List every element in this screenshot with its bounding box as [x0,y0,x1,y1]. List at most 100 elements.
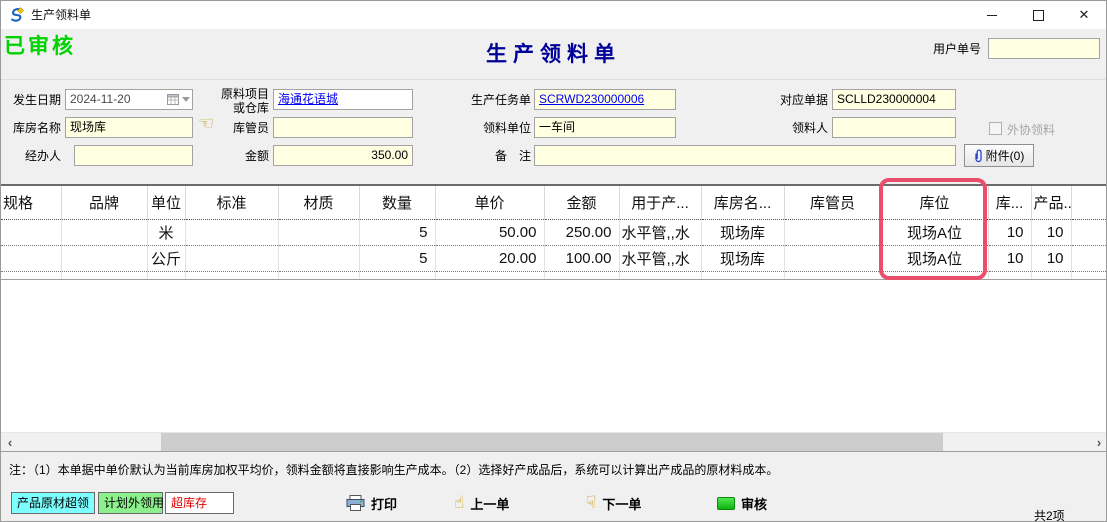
remark-label: 备 注 [461,149,531,163]
material-project-link[interactable]: 海通花语城 [278,92,338,106]
hand-down-icon: ☟ [586,495,596,512]
cell[interactable] [784,220,881,246]
outsourcing-label: 外协领料 [1007,123,1067,137]
cell[interactable] [278,220,359,246]
attachment-button[interactable]: 附件(0) [964,144,1034,167]
material-project-field[interactable]: 海通花语城 [273,89,413,110]
cell[interactable] [1,246,61,272]
outsourcing-checkbox[interactable] [989,122,1002,135]
cell[interactable] [278,246,359,272]
scrollbar-thumb[interactable] [161,433,943,451]
over-stock-button[interactable]: 超库存 [165,492,234,514]
remark-field[interactable] [534,145,956,166]
user-no-input[interactable] [988,38,1100,59]
col-amount[interactable]: 金额 [544,185,619,220]
cell[interactable]: 250.00 [544,220,619,246]
unplanned-use-button[interactable]: 计划外领用 [98,492,163,514]
cell[interactable]: 10 [1031,246,1071,272]
operator-label: 经办人 [1,149,61,163]
minimize-icon [987,15,997,16]
over-material-button[interactable]: 产品原材超领 [11,492,95,514]
operator-field[interactable] [74,145,193,166]
cell[interactable] [1071,220,1107,246]
col-qty[interactable]: 数量 [359,185,435,220]
paperclip-icon [974,149,983,163]
printer-icon [346,495,365,511]
cell[interactable]: 20.00 [435,246,544,272]
cell[interactable]: 10 [988,220,1031,246]
close-icon: ✕ [1079,7,1090,23]
next-doc-button[interactable]: ☟ 下一单 [586,491,641,515]
audit-green-icon [717,497,735,510]
grid-bottom-edge [1,272,1107,280]
cell[interactable] [784,246,881,272]
horizontal-scrollbar[interactable]: ‹ › [1,432,1107,451]
cell[interactable]: 米 [147,220,185,246]
cell-location[interactable]: 现场A位 [881,246,988,272]
col-price[interactable]: 单价 [435,185,544,220]
print-button[interactable]: 打印 [346,491,397,515]
cell[interactable]: 10 [1031,220,1071,246]
user-no-label: 用户单号 [901,42,981,56]
previous-doc-button[interactable]: ☝ 上一单 [454,491,509,515]
table-row[interactable]: 公斤 5 20.00 100.00 水平管,,水 现场库 现场A位 10 10 [1,246,1107,272]
col-stock[interactable]: 库... [988,185,1031,220]
audit-button[interactable]: 审核 [717,491,767,515]
cell[interactable]: 5 [359,220,435,246]
col-extra[interactable] [1071,185,1107,220]
cell[interactable]: 水平管,,水 [619,220,701,246]
task-no-field[interactable]: SCRWD230000006 [534,89,676,110]
table-row[interactable]: 米 5 50.00 250.00 水平管,,水 现场库 现场A位 10 10 [1,220,1107,246]
col-unit[interactable]: 单位 [147,185,185,220]
calendar-dropdown-icon[interactable] [167,93,190,105]
title-bar: 生产领料单 ✕ [1,1,1106,29]
cell[interactable]: 水平管,,水 [619,246,701,272]
task-no-link[interactable]: SCRWD230000006 [539,92,644,106]
cell[interactable]: 现场库 [701,220,784,246]
cell[interactable]: 现场库 [701,246,784,272]
cell[interactable]: 10 [988,246,1031,272]
cell[interactable] [1071,246,1107,272]
cell[interactable]: 5 [359,246,435,272]
app-logo-icon [9,7,25,23]
amount-label: 金额 [201,149,269,163]
maximize-button[interactable] [1015,1,1061,29]
cell[interactable] [185,246,278,272]
production-requisition-window: 生产领料单 ✕ 已审核 生产领料单 用户单号 发生日期 2024-11-20 原… [0,0,1107,522]
col-keeper[interactable]: 库管员 [784,185,881,220]
cell[interactable] [61,220,147,246]
keeper-field[interactable] [273,117,413,138]
ref-doc-label: 对应单据 [763,93,828,107]
grid-header-row: 规格 品牌 单位 标准 材质 数量 单价 金额 用于产... 库房名... 库管… [1,185,1107,220]
col-spec[interactable]: 规格 [1,185,61,220]
col-location[interactable]: 库位 [881,185,988,220]
col-brand[interactable]: 品牌 [61,185,147,220]
item-count: 共2项 [1034,507,1065,522]
scroll-left-arrow-icon[interactable]: ‹ [1,433,19,451]
picker-field[interactable] [832,117,956,138]
bottom-panel: 注：（1）本单据中单价默认为当前库房加权平均价，领料金额将直接影响生产成本。（2… [1,451,1107,522]
col-product[interactable]: 产品... [1031,185,1071,220]
cell[interactable] [185,220,278,246]
request-unit-field[interactable]: 一车间 [534,117,676,138]
warehouse-label: 库房名称 [1,121,61,135]
issue-date-picker[interactable]: 2024-11-20 [65,89,193,110]
ref-doc-field[interactable]: SCLLD230000004 [832,89,956,110]
close-button[interactable]: ✕ [1061,1,1107,29]
scroll-right-arrow-icon[interactable]: › [1090,433,1107,451]
minimize-button[interactable] [969,1,1015,29]
warehouse-field[interactable]: 现场库 [65,117,193,138]
cell[interactable]: 100.00 [544,246,619,272]
col-warehouse[interactable]: 库房名... [701,185,784,220]
maximize-icon [1033,10,1044,21]
keeper-label: 库管员 [201,121,269,135]
cell[interactable]: 公斤 [147,246,185,272]
cell[interactable] [1,220,61,246]
amount-field: 350.00 [273,145,413,166]
col-material[interactable]: 材质 [278,185,359,220]
cell-location[interactable]: 现场A位 [881,220,988,246]
cell[interactable]: 50.00 [435,220,544,246]
col-used-for[interactable]: 用于产... [619,185,701,220]
col-standard[interactable]: 标准 [185,185,278,220]
cell[interactable] [61,246,147,272]
